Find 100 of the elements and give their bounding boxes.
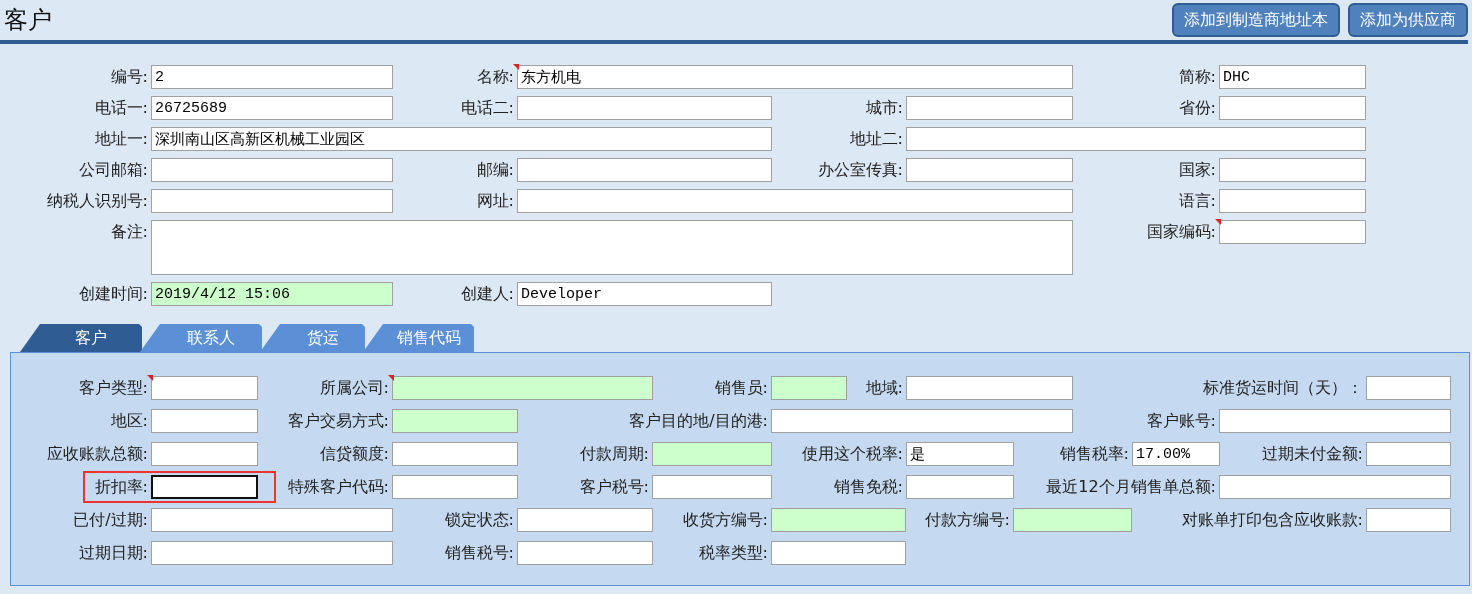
input-field[interactable] — [1219, 475, 1451, 499]
field-label: 最近12个月销售单总额: — [1046, 476, 1217, 498]
field-label: 应收账款总额: — [46, 443, 149, 465]
field-label: 公司邮箱: — [78, 159, 149, 181]
input-field[interactable] — [771, 541, 906, 565]
field-label: 销售税率: — [1059, 443, 1130, 465]
field-label: 客户账号: — [1146, 410, 1217, 432]
field-label: 城市: — [865, 97, 904, 119]
input-field[interactable] — [517, 189, 1073, 213]
input-field[interactable] — [652, 442, 772, 466]
field-label: 过期未付金额: — [1261, 443, 1364, 465]
field-label: 国家: — [1178, 159, 1217, 181]
input-field[interactable] — [1219, 158, 1366, 182]
input-field[interactable] — [151, 189, 393, 213]
field-label: 收货方编号: — [682, 509, 769, 531]
field-label: 折扣率: — [94, 476, 149, 498]
input-field[interactable] — [906, 158, 1073, 182]
input-field[interactable] — [151, 442, 258, 466]
page-title: 客户 — [4, 5, 52, 36]
field-label: 地域: — [865, 377, 904, 399]
input-field[interactable] — [151, 409, 258, 433]
field-label: 使用这个税率: — [801, 443, 904, 465]
field-label: 特殊客户代码: — [287, 476, 390, 498]
field-label: 销售税号: — [444, 542, 515, 564]
input-field[interactable]: Developer — [517, 282, 772, 306]
input-field[interactable] — [151, 541, 393, 565]
input-field[interactable]: DHC — [1219, 65, 1366, 89]
input-field[interactable] — [771, 508, 906, 532]
field-label: 销售免税: — [833, 476, 904, 498]
field-label: 办公室传真: — [817, 159, 904, 181]
input-field[interactable] — [517, 96, 772, 120]
input-field[interactable]: 2 — [151, 65, 393, 89]
field-label: 标准货运时间（天）： — [1203, 377, 1364, 399]
field-label: 客户交易方式: — [287, 410, 390, 432]
field-label: 纳税人识别号: — [46, 190, 149, 212]
field-label: 邮编: — [476, 159, 515, 181]
input-field[interactable] — [1219, 409, 1451, 433]
input-field[interactable] — [771, 409, 1073, 433]
field-label: 付款方编号: — [924, 509, 1011, 531]
input-field[interactable] — [392, 442, 518, 466]
text-area[interactable] — [151, 220, 1073, 275]
field-label: 创建时间: — [78, 283, 149, 305]
input-field[interactable] — [906, 376, 1073, 400]
input-field[interactable] — [1366, 442, 1451, 466]
input-field[interactable] — [151, 475, 258, 499]
field-label: 信贷额度: — [319, 443, 390, 465]
input-field[interactable]: 17.00% — [1132, 442, 1220, 466]
input-field[interactable]: 东方机电 — [517, 65, 1073, 89]
field-label: 备注: — [110, 221, 149, 243]
input-field[interactable]: 是 — [906, 442, 1014, 466]
input-field[interactable] — [392, 409, 518, 433]
field-label: 付款周期: — [579, 443, 650, 465]
field-label: 所属公司: — [319, 377, 390, 399]
input-field[interactable]: 2019/4/12 15:06 — [151, 282, 393, 306]
input-field[interactable] — [392, 475, 518, 499]
field-label: 简称: — [1178, 66, 1217, 88]
field-label: 地址二: — [849, 128, 904, 150]
input-field[interactable] — [1219, 96, 1366, 120]
input-field[interactable] — [906, 96, 1073, 120]
field-label: 网址: — [476, 190, 515, 212]
field-label: 语言: — [1178, 190, 1217, 212]
field-label: 锁定状态: — [444, 509, 515, 531]
field-label: 销售员: — [714, 377, 769, 399]
field-label: 税率类型: — [698, 542, 769, 564]
field-label: 已付/过期: — [73, 509, 149, 531]
field-label: 创建人: — [460, 283, 515, 305]
input-field[interactable] — [1013, 508, 1132, 532]
input-field[interactable]: 26725689 — [151, 96, 393, 120]
tab[interactable]: 客户 — [20, 324, 142, 352]
input-field[interactable] — [517, 508, 653, 532]
input-field[interactable] — [1366, 508, 1451, 532]
field-label: 客户税号: — [579, 476, 650, 498]
input-field[interactable] — [1366, 376, 1451, 400]
input-field[interactable] — [1219, 220, 1366, 244]
field-label: 编号: — [110, 66, 149, 88]
field-label: 电话一: — [94, 97, 149, 119]
input-field[interactable] — [1219, 189, 1366, 213]
field-label: 地区: — [110, 410, 149, 432]
input-field[interactable] — [906, 475, 1014, 499]
field-label: 对账单打印包含应收账款: — [1181, 509, 1364, 531]
input-field[interactable] — [652, 475, 772, 499]
field-label: 国家编码: — [1146, 221, 1217, 243]
add-button[interactable]: 添加到制造商地址本 — [1172, 3, 1340, 37]
input-field[interactable] — [771, 376, 847, 400]
input-field[interactable] — [392, 376, 653, 400]
add-button[interactable]: 添加为供应商 — [1348, 3, 1468, 37]
input-field[interactable]: 深圳南山区高新区机械工业园区 — [151, 127, 772, 151]
field-label: 过期日期: — [78, 542, 149, 564]
input-field[interactable] — [151, 376, 258, 400]
field-label: 客户类型: — [78, 377, 149, 399]
field-label: 省份: — [1178, 97, 1217, 119]
input-field[interactable] — [906, 127, 1366, 151]
field-label: 电话二: — [460, 97, 515, 119]
input-field[interactable] — [517, 541, 653, 565]
input-field[interactable] — [517, 158, 772, 182]
input-field[interactable] — [151, 508, 393, 532]
field-label: 客户目的地/目的港: — [629, 410, 769, 432]
field-label: 地址一: — [94, 128, 149, 150]
input-field[interactable] — [151, 158, 393, 182]
field-label: 名称: — [476, 66, 515, 88]
